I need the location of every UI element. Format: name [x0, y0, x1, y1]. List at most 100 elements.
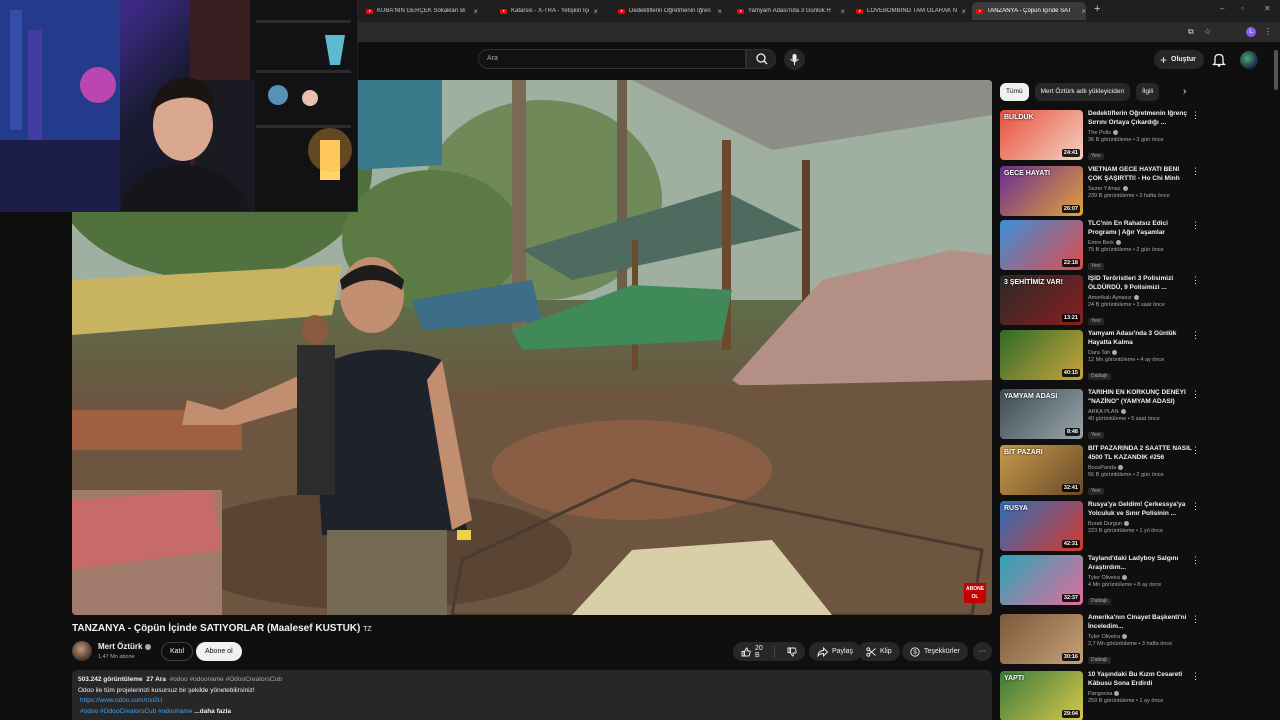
- more-vertical-icon[interactable]: ⋮: [1191, 275, 1200, 286]
- close-window-icon[interactable]: ✕: [1264, 4, 1271, 13]
- voice-search-button[interactable]: [784, 49, 805, 70]
- channel-name-text[interactable]: Tyler Oliveira: [1088, 575, 1120, 581]
- channel-name-text[interactable]: Sezer Yılmaz: [1088, 186, 1121, 192]
- channel-name[interactable]: Pangovsa: [1088, 691, 1192, 698]
- video-title[interactable]: 10 Yaşındaki Bu Kızın Cesareti Kâbusu So…: [1088, 671, 1192, 688]
- channel-name-text[interactable]: Mert Öztürk: [98, 642, 142, 651]
- browser-tab[interactable]: Yamyam Adası'nda 3 Günlük H ×: [737, 2, 845, 20]
- channel-name[interactable]: Dara Tah: [1088, 350, 1192, 357]
- video-title[interactable]: Rusya'ya Geldim! Çerkessya'ya Yolculuk v…: [1088, 501, 1192, 518]
- channel-name-text[interactable]: Dara Tah: [1088, 350, 1110, 356]
- clip-button[interactable]: Klip: [858, 642, 900, 661]
- channel-avatar[interactable]: [72, 641, 92, 661]
- close-tab-icon[interactable]: ×: [473, 7, 478, 16]
- channel-name[interactable]: Sezer Yılmaz: [1088, 186, 1192, 193]
- more-vertical-icon[interactable]: ⋮: [1191, 671, 1200, 682]
- more-vertical-icon[interactable]: ⋮: [1191, 166, 1200, 177]
- minimize-icon[interactable]: –: [1220, 4, 1224, 13]
- video-thumbnail[interactable]: BULDUK 24:41: [1000, 110, 1083, 160]
- video-title[interactable]: TLC'nin En Rahatsız Edici Programı | Ağı…: [1088, 220, 1192, 237]
- video-thumbnail[interactable]: 30:16: [1000, 614, 1083, 664]
- channel-name-text[interactable]: ARKA PLAN: [1088, 409, 1119, 415]
- chevron-right-icon[interactable]: ›: [1183, 86, 1186, 97]
- channel-name[interactable]: ARKA PLAN: [1088, 409, 1192, 416]
- close-tab-icon[interactable]: ×: [840, 7, 845, 16]
- video-thumbnail[interactable]: 40:15: [1000, 330, 1083, 380]
- chip-all[interactable]: Tümü: [1000, 83, 1029, 101]
- recommended-video[interactable]: YAPTI 29:04 10 Yaşındaki Bu Kızın Cesareti…: [1000, 671, 1200, 720]
- video-title[interactable]: Yamyam Adası'nda 3 Günlük Hayatta Kalma: [1088, 330, 1192, 347]
- channel-name-text[interactable]: Tyler Oliveira: [1088, 634, 1120, 640]
- video-title[interactable]: İŞİD Teröristleri 3 Polisimizi ÖLDÜRDÜ, …: [1088, 275, 1192, 292]
- video-thumbnail[interactable]: 32:37: [1000, 555, 1083, 605]
- channel-name-text[interactable]: Burak Durgun: [1088, 521, 1122, 527]
- channel-name[interactable]: Burak Durgun: [1088, 521, 1192, 528]
- chip-from-uploader[interactable]: Mert Öztürk adlı yükleyiciden: [1034, 83, 1131, 101]
- video-title[interactable]: Amerika'nın Cinayet Başkenti'ni İnceledi…: [1088, 614, 1192, 631]
- more-vertical-icon[interactable]: ⋮: [1191, 110, 1200, 121]
- description-tags-link[interactable]: #odoo #OdooCreatorsCub #odooname: [80, 708, 192, 715]
- video-title[interactable]: Tayland'daki Ladyboy Salgını Araştırdım.…: [1088, 555, 1192, 572]
- search-input[interactable]: Ara: [478, 49, 746, 69]
- browser-profile-avatar[interactable]: L: [1246, 27, 1256, 37]
- maximize-icon[interactable]: ▫: [1241, 4, 1244, 13]
- like-button[interactable]: 20 B: [733, 645, 775, 659]
- create-button[interactable]: + Oluştur: [1154, 50, 1204, 69]
- more-vertical-icon[interactable]: ⋮: [1191, 501, 1200, 512]
- channel-name[interactable]: Emre Berk: [1088, 240, 1192, 247]
- video-thumbnail[interactable]: BİT PAZARI 32:41: [1000, 445, 1083, 495]
- video-thumbnail[interactable]: RUSYA 42:31: [1000, 501, 1083, 551]
- dislike-button[interactable]: [779, 647, 805, 657]
- description-box[interactable]: 503.242 görüntüleme 27 Ara #odoo #odoona…: [72, 670, 992, 720]
- page-scrollbar[interactable]: [1274, 50, 1278, 90]
- channel-name[interactable]: Tyler Oliveira: [1088, 634, 1192, 641]
- more-actions-button[interactable]: ···: [973, 642, 992, 661]
- chip-related[interactable]: İlgili: [1136, 83, 1160, 101]
- more-vertical-icon[interactable]: ⋮: [1191, 330, 1200, 341]
- channel-name-text[interactable]: Emre Berk: [1088, 240, 1114, 246]
- description-link[interactable]: https://www.odoo.com/r/xGU: [78, 696, 986, 707]
- close-tab-icon[interactable]: ×: [717, 7, 722, 16]
- browser-tab-active[interactable]: TANZANYA - Çöpün İçinde SAT ×: [972, 2, 1086, 20]
- channel-name[interactable]: Mert Öztürk: [98, 642, 152, 651]
- channel-name-text[interactable]: Amerikalı Aynasız: [1088, 295, 1132, 301]
- video-title[interactable]: Dedektiflerin Öğretmenin İğrenç Sırrını …: [1088, 110, 1192, 127]
- browser-tab[interactable]: KÜBA'NIN GERÇEK Sokakları Bi ×: [362, 2, 478, 20]
- thanks-button[interactable]: $ Teşekkürler: [902, 642, 968, 661]
- bookmark-star-icon[interactable]: ☆: [1204, 27, 1211, 36]
- close-tab-icon[interactable]: ×: [961, 7, 966, 16]
- channel-name-text[interactable]: BossPanda: [1088, 465, 1116, 471]
- recommended-video[interactable]: RUSYA 42:31 Rusya'ya Geldim! Çerkessya'ya …: [1000, 501, 1200, 552]
- browser-menu-icon[interactable]: ⋮: [1264, 27, 1272, 36]
- browser-tab[interactable]: Katarsis - X-TRA - Yetişkin İçerikl ×: [500, 2, 598, 20]
- channel-name[interactable]: The Polis: [1088, 130, 1192, 137]
- recommended-video[interactable]: BİT PAZARI 32:41 BİT PAZARINDA 2 SAATTE NA…: [1000, 445, 1200, 496]
- video-title[interactable]: TARİHİN EN KORKUNÇ DENEYİ "NAZİNO" (YAMY…: [1088, 389, 1192, 406]
- join-button[interactable]: Katıl: [161, 642, 194, 661]
- share-button[interactable]: Paylaş: [809, 642, 862, 661]
- close-tab-icon[interactable]: ×: [1081, 7, 1086, 16]
- search-button[interactable]: [746, 49, 776, 69]
- more-vertical-icon[interactable]: ⋮: [1191, 614, 1200, 625]
- more-vertical-icon[interactable]: ⋮: [1191, 220, 1200, 231]
- video-title[interactable]: BİT PAZARINDA 2 SAATTE NASIL 4500 TL KAZ…: [1088, 445, 1192, 462]
- channel-name[interactable]: Tyler Oliveira: [1088, 575, 1192, 582]
- new-tab-button[interactable]: +: [1094, 3, 1100, 15]
- more-vertical-icon[interactable]: ⋮: [1191, 389, 1200, 400]
- recommended-video[interactable]: BULDUK 24:41 Dedektiflerin Öğretmenin İğre…: [1000, 110, 1200, 161]
- recommended-video[interactable]: 40:15 Yamyam Adası'nda 3 Günlük Hayatta K…: [1000, 330, 1200, 381]
- channel-name[interactable]: BossPanda: [1088, 465, 1192, 472]
- show-more-button[interactable]: ...daha fazla: [194, 708, 231, 715]
- recommended-video[interactable]: 32:37 Tayland'daki Ladyboy Salgını Araştı…: [1000, 555, 1200, 606]
- channel-watermark-logo[interactable]: ABONE OL: [964, 583, 986, 603]
- recommended-video[interactable]: 3 ŞEHİTİMİZ VAR! 13:21 İŞİD Teröristleri 3…: [1000, 275, 1200, 326]
- channel-name-text[interactable]: The Polis: [1088, 130, 1111, 136]
- browser-tab[interactable]: Dedektiflerin Öğretmenin İğren ×: [618, 2, 722, 20]
- video-thumbnail[interactable]: YAPTI 29:04: [1000, 671, 1083, 720]
- more-vertical-icon[interactable]: ⋮: [1191, 445, 1200, 456]
- video-thumbnail[interactable]: YAMYAM ADASI 8:48: [1000, 389, 1083, 439]
- video-thumbnail[interactable]: 3 ŞEHİTİMİZ VAR! 13:21: [1000, 275, 1083, 325]
- recommended-video[interactable]: 30:16 Amerika'nın Cinayet Başkenti'ni İnc…: [1000, 614, 1200, 665]
- browser-tab[interactable]: LOVEBOMBING TAM OLARAK N ×: [856, 2, 966, 20]
- subscribe-button[interactable]: Abone ol: [196, 642, 242, 661]
